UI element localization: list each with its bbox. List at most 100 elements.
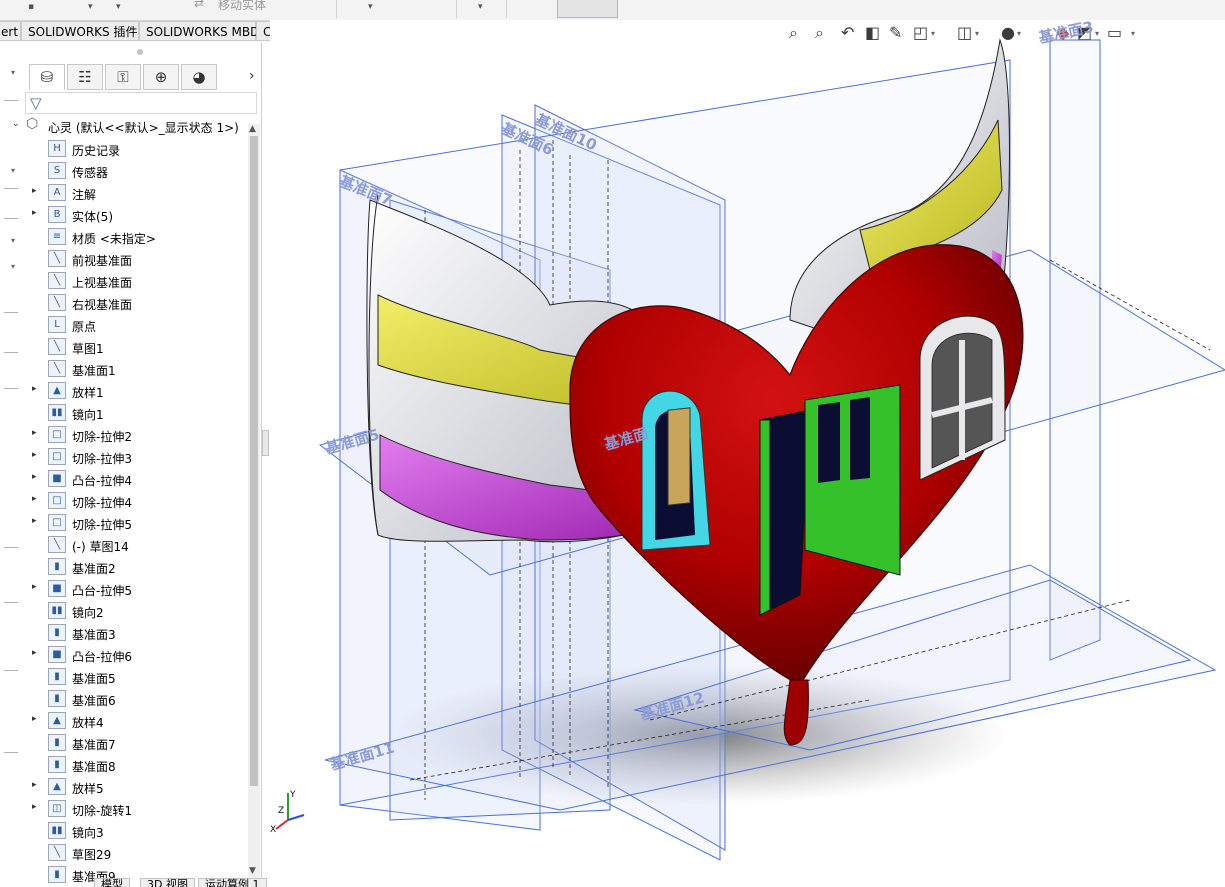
expand-arrow-icon[interactable]: ▸ [32,384,37,394]
tree-filter-bar[interactable]: ▽ [25,92,257,114]
tree-item[interactable]: L 原点 [22,314,248,336]
tree-item-label: 镜向2 [72,606,104,620]
panel-grip[interactable] [137,49,143,55]
toolbar-dropdown-icon[interactable]: ▾ [116,2,121,12]
tree-item[interactable]: ▮▮ 镜向2 [22,600,248,622]
tree-item[interactable]: ╲ 上视基准面 [22,270,248,292]
tree-item[interactable]: ▮ 基准面6 [22,688,248,710]
tree-item[interactable]: ▮ 基准面8 [22,754,248,776]
tree-item-label: 凸台-拉伸6 [72,650,132,664]
tree-item[interactable]: ╲ 前视基准面 [22,248,248,270]
tree-item[interactable]: ▸ A 注解 [22,182,248,204]
tree-item-label: 切除-旋转1 [72,804,132,818]
tree-item[interactable]: ╲ 基准面1 [22,358,248,380]
expand-arrow-icon[interactable]: ▸ [32,516,37,526]
feature-icon: ▮ [48,756,66,773]
tree-item[interactable]: ╲ 右视基准面 [22,292,248,314]
move-body-label[interactable]: 移动实体 [218,0,266,13]
toolbar-dropdown-icon[interactable]: ▾ [478,2,483,12]
coordinate-triad[interactable]: Y Z X [270,785,320,835]
divider [4,602,18,603]
command-manager-strip: ▪ ▾ ▾ ⇄ 移动实体 ▾ ▾ [0,0,1225,21]
tree-item[interactable]: ≡ 材质 <未指定> [22,226,248,248]
tab-3d-views[interactable]: 3D 视图 [140,878,195,887]
tree-item[interactable]: ╲ (-) 草图14 [22,534,248,556]
tree-item[interactable]: ▸ ◫ 切除-旋转1 [22,798,248,820]
tree-item[interactable]: ▸ □ 切除-拉伸4 [22,490,248,512]
expand-arrow-icon[interactable]: ▸ [32,208,37,218]
caret-icon[interactable]: ▾ [11,166,15,175]
tree-item[interactable]: ╲ 草图1 [22,336,248,358]
tree-item[interactable]: ▮▮ 镜向1 [22,402,248,424]
feature-icon: □ [48,492,66,509]
feature-manager-panel: ⛁ ☷ ⚿ ⊕ ◕ › ▽ ⌄ ⬡ 心灵 (默认<<默认>_显示状态 1>) H… [12,42,262,887]
expand-arrow-icon[interactable]: ▸ [32,428,37,438]
tree-vertical-scrollbar[interactable]: ▲ ▼ [248,124,260,880]
tree-item[interactable]: S 传感器 [22,160,248,182]
tree-item[interactable]: ▮▮ 镜向3 [22,820,248,842]
tree-item[interactable]: ▸ ▲ 放样4 [22,710,248,732]
tree-item[interactable]: ▸ □ 切除-拉伸2 [22,424,248,446]
expand-arrow-icon[interactable]: ▸ [32,780,37,790]
panel-splitter-handle[interactable] [262,430,269,456]
scroll-down-icon[interactable]: ▼ [249,866,256,876]
tab-solidworks-addins[interactable]: SOLIDWORKS 插件 [21,21,139,41]
tree-item[interactable]: ▸ □ 切除-拉伸3 [22,446,248,468]
toolbar-dropdown-icon[interactable]: ▾ [368,2,373,12]
tree-item-label: 切除-拉伸3 [72,452,132,466]
chevron-right-icon[interactable]: › [249,68,255,84]
feature-icon: ▮▮ [48,404,66,421]
dimxpert-tab-icon[interactable]: ⊕ [143,64,179,90]
model-render[interactable]: 基准面7 基准面6 基准面10 基准面3 基准面5 基准面11 基准面12 基准… [270,20,1225,887]
tab-solidworks-mbd[interactable]: SOLIDWORKS MBD [139,21,259,41]
active-command-button[interactable] [557,0,618,18]
tree-item[interactable]: ▸ ■ 凸台-拉伸5 [22,578,248,600]
toolbar-dropdown-icon[interactable]: ▾ [88,2,93,12]
expand-arrow-icon[interactable]: ▸ [32,494,37,504]
tree-item[interactable]: ▸ ▲ 放样5 [22,776,248,798]
tree-item[interactable]: ▸ B 实体(5) [22,204,248,226]
triad-y-label: Y [289,790,296,800]
expand-arrow-icon[interactable]: ▸ [32,714,37,724]
toolbar-dropdown-icon[interactable]: ▪ [28,2,34,12]
caret-icon[interactable]: ▾ [11,236,15,245]
tree-item[interactable]: ▸ ■ 凸台-拉伸6 [22,644,248,666]
tree-item[interactable]: ▸ ■ 凸台-拉伸4 [22,468,248,490]
caret-icon[interactable]: ▾ [11,262,15,271]
tab-insert[interactable]: ert [0,21,21,41]
display-manager-tab-icon[interactable]: ◕ [181,64,217,90]
feature-icon: ▲ [48,712,66,729]
tree-item[interactable]: ▸ ▲ 放样1 [22,380,248,402]
tab-motion-study[interactable]: 运动算例 1 [198,878,267,887]
tree-item[interactable]: ╲ 草图29 [22,842,248,864]
tree-item[interactable]: ▮ 基准面2 [22,556,248,578]
caret-icon[interactable]: ▾ [11,68,15,77]
tree-item-label: 基准面6 [72,694,116,708]
expand-arrow-icon[interactable]: ▸ [32,450,37,460]
featuremanager-tab-icon[interactable]: ⛁ [29,64,65,90]
feature-icon: S [48,162,66,179]
feature-icon: ▮ [48,690,66,707]
expand-arrow-icon[interactable]: ▸ [32,472,37,482]
scrollbar-thumb[interactable] [250,136,258,786]
propertymanager-tab-icon[interactable]: ☷ [67,64,103,90]
feature-icon: ■ [48,470,66,487]
cyan-arched-window[interactable] [641,390,711,551]
collapse-arrow-icon[interactable]: ⌄ [12,119,20,129]
tab-model[interactable]: 模型 [94,878,130,887]
tree-item[interactable]: ▮ 基准面5 [22,666,248,688]
expand-arrow-icon[interactable]: ▸ [32,802,37,812]
tree-item[interactable]: ▮ 基准面7 [22,732,248,754]
tree-item[interactable]: ▮ 基准面3 [22,622,248,644]
expand-arrow-icon[interactable]: ▸ [32,582,37,592]
tree-item[interactable]: ▸ □ 切除-拉伸5 [22,512,248,534]
configurationmanager-tab-icon[interactable]: ⚿ [105,64,141,90]
expand-arrow-icon[interactable]: ▸ [32,186,37,196]
expand-arrow-icon[interactable]: ▸ [32,648,37,658]
filter-icon[interactable]: ▽ [30,94,42,112]
graphics-viewport[interactable]: ⌕ ⌕ ↶ ◧ ✎ ◰ ▾ ◫ ▾ ● ▾ ◆ ◩ ▾ ▭ ▾ 基准面7 基准面… [270,20,1225,887]
scroll-up-icon[interactable]: ▲ [249,124,256,134]
tree-item[interactable]: H 历史记录 [22,138,248,160]
tree-item-label: 历史记录 [72,144,121,158]
divider [4,100,18,101]
